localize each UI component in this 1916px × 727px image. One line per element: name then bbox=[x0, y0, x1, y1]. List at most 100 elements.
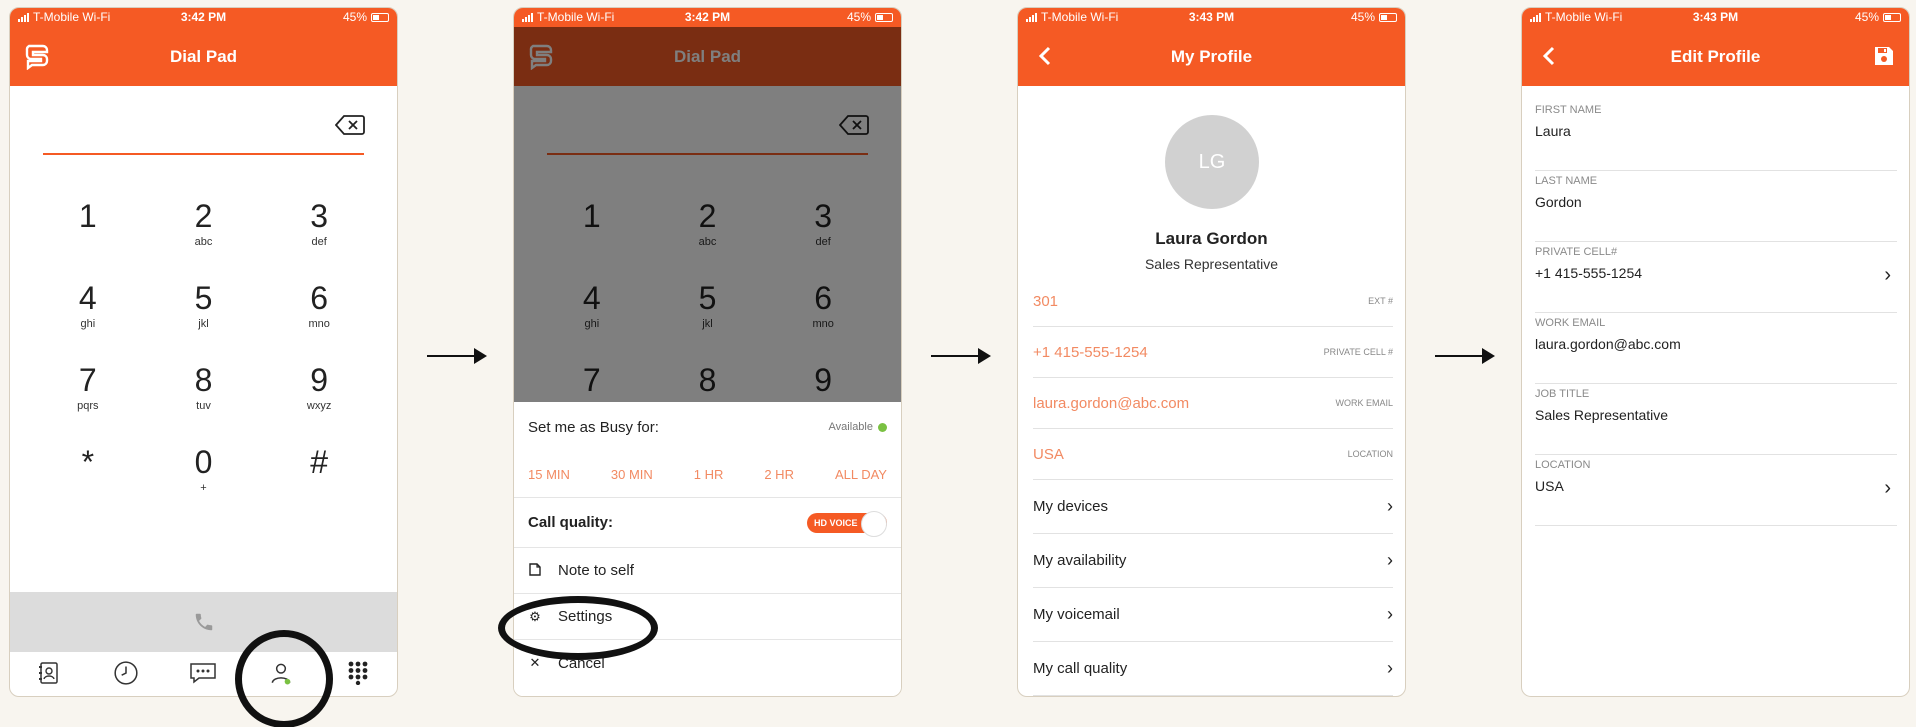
profile-body: LG Laura Gordon Sales Representative 301… bbox=[1018, 86, 1405, 696]
key-7[interactable]: 7 pqrs bbox=[30, 362, 146, 430]
flow-arrow bbox=[427, 348, 487, 364]
email-row: laura.gordon@abc.com WORK EMAIL bbox=[1033, 378, 1393, 429]
cell-value: +1 415-555-1254 bbox=[1033, 343, 1148, 361]
keypad: 1 2 abc 3 def 4 ghi 5 jkl 6 mno 7 pqrs 8 tuv 9w… bbox=[30, 198, 377, 512]
key-2[interactable]: 2 abc bbox=[146, 198, 262, 266]
tab-messages[interactable] bbox=[183, 653, 223, 693]
cell-label: PRIVATE CELL # bbox=[1323, 347, 1393, 357]
clock-icon bbox=[114, 661, 138, 685]
status-bar: T-Mobile Wi-Fi 3:42 PM 45% bbox=[10, 8, 397, 27]
app-header: Dial Pad bbox=[10, 27, 397, 86]
key-star[interactable]: * bbox=[30, 444, 146, 512]
save-icon[interactable] bbox=[1869, 41, 1899, 71]
status-time: 3:43 PM bbox=[1692, 10, 1739, 24]
app-header: Edit Profile bbox=[1522, 27, 1909, 86]
tab-dialpad[interactable] bbox=[338, 653, 378, 693]
my-profile-screen: T-Mobile Wi-Fi 3:43 PM 45% My Profile LG… bbox=[1017, 7, 1406, 697]
busy-1-hr[interactable]: 1 HR bbox=[694, 467, 724, 482]
ext-value: 301 bbox=[1033, 292, 1059, 310]
last-name-field[interactable]: LAST NAME Gordon bbox=[1535, 171, 1897, 242]
busy-durations: 15 MIN 30 MIN 1 HR 2 HR ALL DAY bbox=[514, 452, 901, 498]
battery-icon bbox=[371, 12, 389, 22]
profile-details: 301 EXT # +1 415-555-1254 PRIVATE CELL # l… bbox=[1033, 276, 1393, 696]
page-title: Edit Profile bbox=[1670, 46, 1761, 66]
battery-icon bbox=[1379, 12, 1397, 22]
profile-name: Laura Gordon bbox=[1155, 229, 1268, 248]
ext-label: EXT # bbox=[1368, 296, 1393, 306]
private-cell-field[interactable]: PRIVATE CELL# +1 415-555-1254 › bbox=[1535, 242, 1897, 313]
chat-icon bbox=[190, 663, 217, 684]
key-4[interactable]: 4 ghi bbox=[30, 280, 146, 348]
busy-row: Set me as Busy for: Available bbox=[514, 402, 901, 452]
note-to-self-item[interactable]: Note to self bbox=[514, 548, 901, 594]
keypad-icon bbox=[348, 661, 368, 685]
page-title: Dial Pad bbox=[169, 46, 238, 66]
highlight-circle-settings bbox=[498, 596, 658, 660]
my-availability-item[interactable]: My availability › bbox=[1033, 534, 1393, 588]
status-bar: T-Mobile Wi-Fi 3:43 PM 45% bbox=[1018, 8, 1405, 27]
battery-icon bbox=[1883, 12, 1901, 22]
profile-role: Sales Representative bbox=[1144, 256, 1279, 272]
number-input[interactable] bbox=[43, 153, 364, 155]
work-email-field[interactable]: WORK EMAIL laura.gordon@abc.com bbox=[1535, 313, 1897, 384]
chevron-right-icon: › bbox=[1884, 264, 1891, 286]
busy-15-min[interactable]: 15 MIN bbox=[528, 467, 570, 482]
my-devices-item[interactable]: My devices › bbox=[1033, 480, 1393, 534]
back-icon[interactable] bbox=[1030, 41, 1060, 71]
chevron-right-icon: › bbox=[1387, 604, 1393, 624]
highlight-circle-profile-tab bbox=[235, 630, 333, 727]
key-5[interactable]: 5 jkl bbox=[146, 280, 262, 348]
busy-title: Set me as Busy for: bbox=[528, 418, 659, 436]
cell-row: +1 415-555-1254 PRIVATE CELL # bbox=[1033, 327, 1393, 378]
back-icon[interactable] bbox=[1534, 41, 1564, 71]
busy-2-hr[interactable]: 2 HR bbox=[764, 467, 794, 482]
battery-icon bbox=[875, 12, 893, 22]
location-row: USA LOCATION bbox=[1033, 429, 1393, 480]
status-time: 3:42 PM bbox=[684, 10, 731, 24]
my-call-quality-item[interactable]: My call quality › bbox=[1033, 642, 1393, 696]
chevron-right-icon: › bbox=[1884, 477, 1891, 499]
tab-history[interactable] bbox=[106, 653, 146, 693]
key-6[interactable]: 6 mno bbox=[261, 280, 377, 348]
battery-percent: 45% bbox=[1350, 10, 1375, 24]
page-title: My Profile bbox=[1170, 46, 1253, 66]
action-sheet-screen: T-Mobile Wi-Fi 3:42 PM 45% Dial Pad 1 2a… bbox=[513, 7, 902, 697]
busy-all-day[interactable]: ALL DAY bbox=[835, 467, 887, 482]
app-header: My Profile bbox=[1018, 27, 1405, 86]
tab-bar bbox=[10, 650, 397, 696]
hd-voice-toggle[interactable]: HD VOICE bbox=[807, 510, 887, 537]
flow-arrow bbox=[1435, 348, 1495, 364]
battery-percent: 45% bbox=[1854, 10, 1879, 24]
note-icon bbox=[528, 562, 542, 579]
key-9[interactable]: 9 wxyz bbox=[261, 362, 377, 430]
dim-overlay[interactable] bbox=[514, 27, 901, 402]
contacts-icon bbox=[38, 662, 58, 684]
location-field[interactable]: LOCATION USA › bbox=[1535, 455, 1897, 526]
call-button[interactable] bbox=[10, 592, 397, 652]
key-8[interactable]: 8 tuv bbox=[146, 362, 262, 430]
status-bar: T-Mobile Wi-Fi 3:42 PM 45% bbox=[514, 8, 901, 27]
edit-form: FIRST NAME Laura LAST NAME Gordon PRIVATE … bbox=[1522, 86, 1909, 526]
backspace-icon[interactable] bbox=[334, 114, 365, 136]
status-bar: T-Mobile Wi-Fi 3:43 PM 45% bbox=[1522, 8, 1909, 27]
my-voicemail-item[interactable]: My voicemail › bbox=[1033, 588, 1393, 642]
battery-percent: 45% bbox=[846, 10, 871, 24]
key-3[interactable]: 3 def bbox=[261, 198, 377, 266]
email-value: laura.gordon@abc.com bbox=[1033, 394, 1190, 412]
first-name-field[interactable]: FIRST NAME Laura bbox=[1535, 100, 1897, 171]
ext-row: 301 EXT # bbox=[1033, 276, 1393, 327]
status-time: 3:42 PM bbox=[180, 10, 227, 24]
close-icon: ✕ bbox=[529, 655, 541, 670]
busy-30-min[interactable]: 30 MIN bbox=[611, 467, 653, 482]
dialpad-screen: T-Mobile Wi-Fi 3:42 PM 45% Dial Pad 1 2a… bbox=[9, 7, 398, 697]
battery-percent: 45% bbox=[342, 10, 367, 24]
chevron-right-icon: › bbox=[1387, 658, 1393, 678]
key-0[interactable]: 0 + bbox=[146, 444, 262, 512]
key-1[interactable]: 1 bbox=[30, 198, 146, 266]
tab-contacts[interactable] bbox=[29, 653, 69, 693]
avatar[interactable]: LG bbox=[1165, 115, 1259, 209]
job-title-field[interactable]: JOB TITLE Sales Representative bbox=[1535, 384, 1897, 455]
edit-profile-screen: T-Mobile Wi-Fi 3:43 PM 45% Edit Profile … bbox=[1521, 7, 1910, 697]
call-quality-label: Call quality: bbox=[528, 514, 614, 531]
key-hash[interactable]: # bbox=[261, 444, 377, 512]
